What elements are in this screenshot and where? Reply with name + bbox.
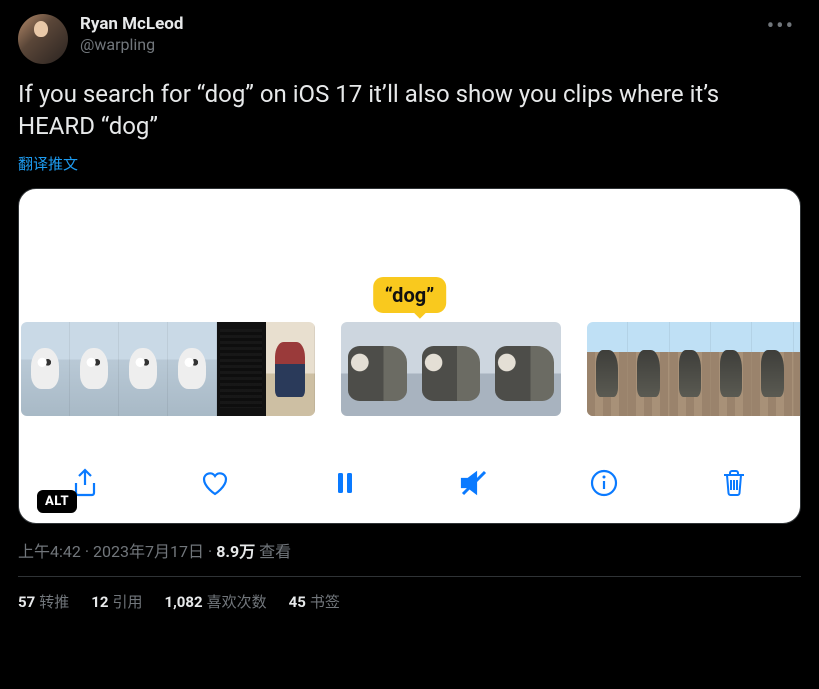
clip-frame <box>414 322 487 416</box>
tweet-meta: 上午4:42·2023年7月17日·8.9万 查看 <box>18 538 801 562</box>
clip-group[interactable] <box>587 322 801 416</box>
tweet-date[interactable]: 2023年7月17日 <box>93 542 204 561</box>
clip-group[interactable] <box>21 322 315 416</box>
tweet-container: Ryan McLeod @warpling ••• If you search … <box>0 0 819 622</box>
clip-group[interactable] <box>341 322 561 416</box>
clip-frame <box>70 322 119 416</box>
clip-frame <box>488 322 561 416</box>
retweets-stat[interactable]: 57转推 <box>18 591 69 612</box>
clip-frame <box>670 322 711 416</box>
alt-badge[interactable]: ALT <box>37 490 77 513</box>
clip-frame <box>711 322 752 416</box>
tweet-header: Ryan McLeod @warpling ••• <box>18 14 801 64</box>
heart-icon[interactable] <box>197 465 233 501</box>
views-label: 查看 <box>259 542 291 561</box>
info-icon[interactable] <box>586 465 622 501</box>
clip-frame <box>752 322 793 416</box>
clip-frame <box>341 322 414 416</box>
pause-icon[interactable] <box>327 465 363 501</box>
clip-frame <box>794 322 801 416</box>
quotes-stat[interactable]: 12引用 <box>91 591 142 612</box>
more-icon[interactable]: ••• <box>761 14 801 39</box>
translate-link[interactable]: 翻译推文 <box>18 153 78 174</box>
mute-icon[interactable] <box>456 465 492 501</box>
search-term-bubble: “dog” <box>373 277 447 313</box>
clip-frame <box>119 322 168 416</box>
bookmarks-stat[interactable]: 45书签 <box>289 591 340 612</box>
media-toolbar <box>19 465 800 501</box>
clip-frame <box>21 322 70 416</box>
stats-row: 57转推 12引用 1,082喜欢次数 45书签 <box>18 577 801 612</box>
likes-stat[interactable]: 1,082喜欢次数 <box>164 591 266 612</box>
tweet-text: If you search for “dog” on iOS 17 it’ll … <box>18 78 801 143</box>
avatar[interactable] <box>18 14 68 64</box>
handle: @warpling <box>80 35 183 55</box>
video-timeline[interactable] <box>19 322 800 416</box>
display-name: Ryan McLeod <box>80 14 183 35</box>
clip-frame <box>628 322 669 416</box>
author-block[interactable]: Ryan McLeod @warpling <box>80 14 183 55</box>
tweet-time[interactable]: 上午4:42 <box>18 542 81 561</box>
clip-frame <box>587 322 628 416</box>
clip-frame <box>217 322 266 416</box>
media-card[interactable]: “dog” <box>18 188 801 524</box>
clip-frame <box>168 322 217 416</box>
clip-frame <box>266 322 315 416</box>
trash-icon[interactable] <box>716 465 752 501</box>
views-count: 8.9万 <box>216 542 255 561</box>
